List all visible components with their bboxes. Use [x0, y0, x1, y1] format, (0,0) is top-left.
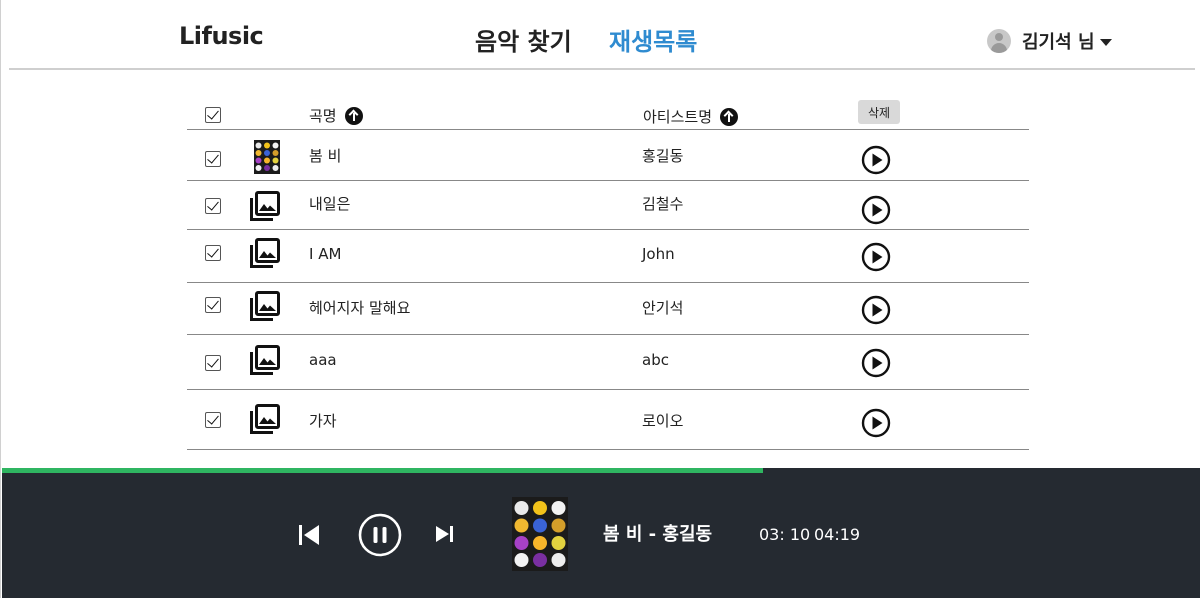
- song-artist: 김철수: [642, 195, 684, 213]
- column-title-header: 곡명: [309, 105, 363, 126]
- image-placeholder-icon: [250, 238, 280, 268]
- row-checkbox[interactable]: [205, 151, 221, 167]
- image-placeholder-icon: [250, 191, 280, 221]
- column-artist-label: 아티스트명: [643, 108, 713, 126]
- nav-playlist[interactable]: 재생목록: [609, 22, 697, 57]
- image-placeholder-icon: [250, 291, 280, 321]
- table-row[interactable]: 가자 로이오: [187, 390, 1029, 450]
- row-checkbox[interactable]: [205, 297, 221, 313]
- row-checkbox[interactable]: [205, 355, 221, 371]
- current-time: 03: 10: [759, 525, 811, 544]
- total-time: 04:19: [814, 525, 861, 544]
- user-name: 김기석 님: [1022, 32, 1095, 53]
- row-checkbox[interactable]: [205, 412, 221, 428]
- now-playing-cover-icon: [512, 497, 568, 571]
- song-title: 헤어지자 말해요: [309, 299, 411, 317]
- app-logo[interactable]: Lifusic: [179, 22, 264, 50]
- player-bar: 봄 비 - 홍길동 03: 10 04:19: [2, 473, 1200, 598]
- table-header: 곡명 아티스트명 삭제: [187, 96, 1029, 130]
- song-title: 봄 비: [309, 147, 342, 165]
- song-artist: 홍길동: [642, 147, 684, 165]
- caret-down-icon[interactable]: [1099, 38, 1112, 46]
- song-title: aaa: [309, 351, 337, 369]
- now-playing-title: 봄 비 - 홍길동: [603, 524, 713, 545]
- user-menu[interactable]: 김기석 님: [987, 28, 1112, 54]
- album-cover-icon: [254, 140, 280, 174]
- nav-find-music[interactable]: 음악 찾기: [475, 22, 572, 57]
- delete-button[interactable]: 삭제: [858, 100, 900, 124]
- song-artist: 로이오: [642, 412, 684, 430]
- row-checkbox[interactable]: [205, 245, 221, 261]
- row-checkbox[interactable]: [205, 198, 221, 214]
- play-circle-icon[interactable]: [861, 195, 891, 225]
- pause-circle-icon[interactable]: [358, 513, 402, 557]
- header-divider: [9, 68, 1195, 70]
- play-circle-icon[interactable]: [861, 295, 891, 325]
- avatar-icon: [987, 29, 1011, 53]
- image-placeholder-icon: [250, 404, 280, 434]
- table-row[interactable]: 봄 비 홍길동: [187, 130, 1029, 181]
- song-artist: 안기석: [642, 299, 684, 317]
- table-row[interactable]: 내일은 김철수: [187, 181, 1029, 230]
- table-row[interactable]: I AM John: [187, 230, 1029, 283]
- song-title: 가자: [309, 412, 337, 430]
- column-artist-header: 아티스트명: [643, 106, 739, 127]
- previous-track-icon[interactable]: [297, 523, 321, 547]
- song-artist: abc: [642, 351, 669, 369]
- play-circle-icon[interactable]: [861, 408, 891, 438]
- next-track-icon[interactable]: [434, 523, 456, 545]
- song-artist: John: [642, 245, 675, 263]
- play-circle-icon[interactable]: [861, 348, 891, 378]
- sort-up-icon[interactable]: [344, 106, 363, 125]
- select-all-checkbox[interactable]: [205, 107, 221, 123]
- song-title: 내일은: [309, 195, 351, 213]
- table-row[interactable]: aaa abc: [187, 335, 1029, 390]
- play-circle-icon[interactable]: [861, 145, 891, 175]
- play-circle-icon[interactable]: [861, 242, 891, 272]
- image-placeholder-icon: [250, 345, 280, 375]
- top-header: Lifusic 음악 찾기 재생목록 김기석 님: [1, 0, 1200, 70]
- table-row[interactable]: 헤어지자 말해요 안기석: [187, 283, 1029, 335]
- sort-up-icon[interactable]: [720, 107, 739, 126]
- column-title-label: 곡명: [309, 107, 337, 125]
- playlist-table: 곡명 아티스트명 삭제 봄 비 홍길동 내일은 김철수 I AM John 헤어…: [187, 96, 1029, 450]
- song-title: I AM: [309, 245, 342, 263]
